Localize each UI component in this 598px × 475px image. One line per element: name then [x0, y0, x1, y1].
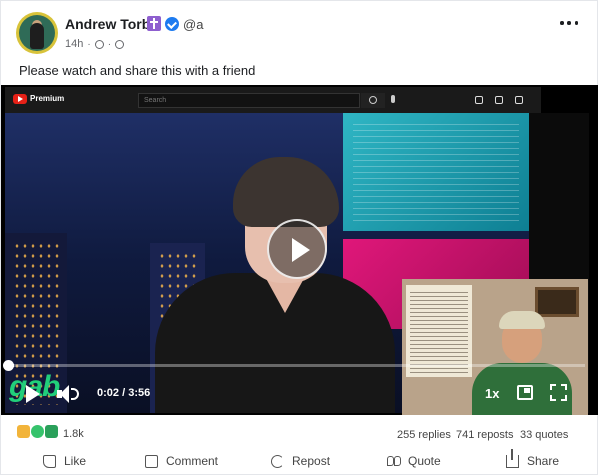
quote-icon — [387, 455, 401, 468]
thumbs-up-icon — [17, 425, 30, 438]
post-time[interactable]: 14h — [65, 38, 83, 50]
video-player[interactable]: Premium Search gab 0:02 / 3:56 1x — [1, 85, 598, 415]
post-header: Andrew Torba @a 14h · · — [1, 1, 598, 59]
more-options-button[interactable] — [560, 14, 578, 32]
youtube-logo-icon — [13, 94, 27, 104]
share-button[interactable]: Share — [506, 448, 560, 468]
reposts-count[interactable]: 741 reposts — [456, 429, 513, 441]
replies-count[interactable]: 255 replies — [397, 429, 451, 441]
more-dot-icon — [560, 21, 564, 25]
like-button[interactable]: Like — [43, 454, 86, 468]
comment-label: Comment — [166, 454, 219, 468]
author-name[interactable]: Andrew Torba — [65, 16, 158, 32]
playback-speed-button[interactable]: 1x — [485, 386, 499, 401]
wall-picture — [535, 287, 579, 317]
like-label: Like — [64, 454, 87, 468]
heart-icon — [31, 425, 44, 438]
share-label: Share — [527, 454, 560, 468]
reaction-icons[interactable] — [17, 425, 58, 438]
create-icon — [475, 96, 483, 104]
cross-badge-icon — [147, 16, 161, 31]
quotes-count[interactable]: 33 quotes — [520, 429, 568, 441]
volume-wave — [71, 388, 79, 400]
edit-icon — [94, 39, 104, 49]
reaction-count[interactable]: 1.8k — [63, 428, 84, 440]
comment-icon — [145, 454, 158, 468]
youtube-header-icons — [475, 96, 523, 104]
flag-icon — [45, 425, 58, 438]
progress-bar[interactable] — [9, 364, 585, 367]
duration: 3:56 — [128, 387, 151, 399]
post-stats: 1.8k 255 replies 741 reposts 33 quotes — [1, 421, 598, 447]
volume-icon[interactable] — [57, 385, 79, 403]
play-overlay-button[interactable] — [267, 219, 327, 279]
speaker-cap — [499, 311, 545, 329]
repost-button[interactable]: Repost — [271, 454, 330, 468]
repost-icon — [271, 454, 284, 468]
time-separator: / — [122, 387, 126, 399]
post-card: Andrew Torba @a 14h · · Please watch and… — [0, 0, 598, 475]
thumbs-up-icon — [43, 454, 56, 468]
author-handle[interactable]: @a — [183, 17, 203, 32]
comment-button[interactable]: Comment — [145, 454, 218, 468]
action-bar: Like Comment Repost Quote Share — [1, 448, 598, 475]
quote-label: Quote — [408, 454, 441, 468]
current-time: 0:02 — [97, 387, 120, 399]
bell-icon — [495, 96, 503, 104]
avatar-image — [19, 15, 55, 51]
search-icon — [361, 93, 385, 108]
verified-check-icon — [165, 17, 179, 31]
presenter-hair — [233, 157, 339, 227]
more-dot-icon — [574, 21, 578, 25]
account-icon — [515, 96, 523, 104]
author-avatar[interactable] — [16, 12, 58, 54]
avatar-figure — [30, 23, 44, 49]
repost-label: Repost — [292, 454, 331, 468]
meta-separator: · — [87, 38, 91, 50]
youtube-brand: Premium — [30, 94, 65, 103]
visibility-icon — [115, 39, 125, 49]
microphone-icon — [391, 95, 395, 103]
play-icon[interactable] — [24, 385, 42, 403]
quote-button[interactable]: Quote — [387, 454, 441, 468]
youtube-header-bar: Premium Search — [5, 87, 541, 113]
picture-in-picture-icon[interactable] — [517, 385, 533, 400]
video-time: 0:02 / 3:56 — [97, 387, 150, 399]
meta-separator: · — [107, 38, 112, 50]
more-dot-icon — [567, 21, 571, 25]
post-meta: 14h · · — [65, 38, 125, 50]
share-icon — [506, 448, 519, 468]
fullscreen-icon[interactable] — [550, 384, 567, 401]
backdrop-screen — [343, 113, 529, 231]
post-text: Please watch and share this with a frien… — [19, 63, 256, 78]
youtube-search-field: Search — [138, 93, 360, 108]
